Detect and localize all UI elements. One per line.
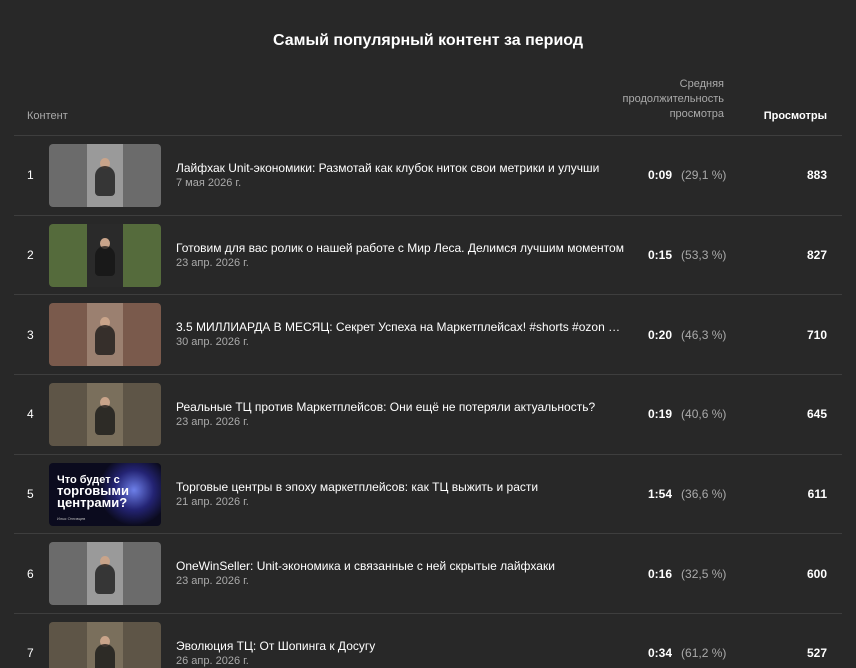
- thumbnail-frame: [87, 542, 123, 606]
- table-row[interactable]: 4 Реальные ТЦ против Маркетплейсов: Они …: [14, 375, 842, 455]
- avg-view-duration: 1:54 (36,6 %): [648, 455, 726, 534]
- table-row[interactable]: 2 Готовим для вас ролик о нашей работе с…: [14, 216, 842, 296]
- duration-percent: (36,6 %): [681, 487, 727, 502]
- content-table: 1 Лайфхак Unit-экономики: Размотай как к…: [14, 136, 842, 668]
- duration-percent: (53,3 %): [681, 248, 727, 263]
- thumbnail-figure: [95, 644, 115, 668]
- row-rank: 3: [27, 327, 34, 342]
- duration-percent: (61,2 %): [681, 646, 727, 661]
- view-count: 527: [806, 646, 827, 661]
- thumbnail-figure: [95, 564, 115, 595]
- column-header-views[interactable]: Просмотры: [764, 110, 827, 122]
- video-title-link[interactable]: Лайфхак Unit-экономики: Размотай как клу…: [176, 160, 626, 176]
- page-title: Самый популярный контент за период: [273, 32, 583, 49]
- video-date: 30 апр. 2026 г.: [176, 336, 249, 349]
- row-rank: 1: [27, 168, 34, 183]
- duration-time: 0:16: [648, 566, 673, 581]
- video-thumbnail[interactable]: [49, 622, 161, 668]
- video-thumbnail[interactable]: [49, 303, 161, 367]
- thumbnail-frame: [87, 303, 123, 367]
- video-date: 21 апр. 2026 г.: [176, 495, 249, 508]
- view-count: 611: [807, 487, 827, 502]
- video-date: 7 мая 2026 г.: [176, 177, 242, 189]
- table-row[interactable]: 1 Лайфхак Unit-экономики: Размотай как к…: [14, 136, 842, 216]
- avg-view-duration: 0:16 (32,5 %): [648, 534, 726, 613]
- video-title-link[interactable]: OneWinSeller: Unit-экономика и связанные…: [176, 558, 626, 574]
- table-row[interactable]: 6 OneWinSeller: Unit-экономика и связанн…: [14, 534, 842, 615]
- video-title-link[interactable]: Реальные ТЦ против Маркетплейсов: Они ещ…: [176, 399, 626, 415]
- avg-view-duration: 0:15 (53,3 %): [648, 216, 726, 295]
- thumbnail-frame: [87, 144, 123, 207]
- duration-percent: (40,6 %): [681, 407, 727, 422]
- thumbnail-figure: [95, 325, 115, 356]
- video-info: Готовим для вас ролик о нашей работе с М…: [176, 240, 626, 269]
- video-info: Лайфхак Unit-экономики: Размотай как клу…: [176, 160, 626, 189]
- view-count: 883: [806, 168, 827, 183]
- video-thumbnail[interactable]: [49, 383, 161, 447]
- view-count: 645: [806, 407, 827, 422]
- table-header: Контент Средняя продолжительность просмо…: [14, 76, 842, 136]
- row-rank: 4: [27, 407, 34, 422]
- thumbnail-frame: [87, 622, 123, 668]
- video-date: 23 апр. 2026 г.: [176, 256, 249, 269]
- duration-time: 0:20: [648, 327, 673, 342]
- table-row[interactable]: 5 Что будет с торговыми центрами? Илья О…: [14, 455, 842, 535]
- video-title-link[interactable]: Готовим для вас ролик о нашей работе с М…: [176, 240, 626, 256]
- table-row[interactable]: 3 3.5 МИЛЛИАРДА В МЕСЯЦ: Секрет Успеха н…: [14, 295, 842, 376]
- duration-time: 0:19: [648, 407, 673, 422]
- duration-percent: (29,1 %): [681, 168, 727, 183]
- video-info: OneWinSeller: Unit-экономика и связанные…: [176, 558, 626, 587]
- video-thumbnail[interactable]: [49, 542, 161, 606]
- video-title-link[interactable]: Эволюция ТЦ: От Шопинга к Досугу: [176, 638, 626, 654]
- view-count: 600: [806, 566, 827, 581]
- video-info: 3.5 МИЛЛИАРДА В МЕСЯЦ: Секрет Успеха на …: [176, 319, 626, 348]
- column-header-avg-duration[interactable]: Средняя продолжительность просмотра: [584, 77, 724, 122]
- row-rank: 5: [27, 487, 34, 502]
- thumbnail-figure: [95, 166, 115, 196]
- duration-time: 0:09: [648, 168, 673, 183]
- duration-percent: (32,5 %): [681, 566, 727, 581]
- thumbnail-text: Что будет с торговыми центрами?: [57, 473, 129, 510]
- table-row[interactable]: 7 Эволюция ТЦ: От Шопинга к Досугу 26 ап…: [14, 614, 842, 668]
- video-thumbnail[interactable]: [49, 223, 161, 287]
- avg-view-duration: 0:19 (40,6 %): [648, 375, 726, 454]
- row-rank: 6: [27, 566, 34, 581]
- video-info: Эволюция ТЦ: От Шопинга к Досугу 26 апр.…: [176, 638, 626, 667]
- view-count: 710: [806, 327, 827, 342]
- row-rank: 7: [27, 646, 34, 661]
- avg-view-duration: 0:20 (46,3 %): [648, 295, 726, 374]
- duration-time: 0:34: [648, 646, 673, 661]
- video-info: Реальные ТЦ против Маркетплейсов: Они ещ…: [176, 399, 626, 428]
- avg-view-duration: 0:34 (61,2 %): [648, 614, 726, 668]
- video-thumbnail[interactable]: Что будет с торговыми центрами? Илья Огн…: [49, 462, 161, 526]
- video-title-link[interactable]: Торговые центры в эпоху маркетплейсов: к…: [176, 479, 626, 495]
- thumbnail-frame: [87, 383, 123, 447]
- view-count: 827: [806, 248, 827, 263]
- video-title-link[interactable]: 3.5 МИЛЛИАРДА В МЕСЯЦ: Секрет Успеха на …: [176, 319, 626, 335]
- thumbnail-figure: [95, 405, 115, 436]
- duration-time: 1:54: [648, 487, 673, 502]
- video-info: Торговые центры в эпоху маркетплейсов: к…: [176, 479, 626, 508]
- analytics-page: Самый популярный контент за период Конте…: [0, 0, 856, 668]
- video-date: 26 апр. 2026 г.: [176, 655, 249, 668]
- column-header-content: Контент: [27, 110, 68, 122]
- avg-view-duration: 0:09 (29,1 %): [648, 136, 726, 215]
- row-rank: 2: [27, 248, 34, 263]
- thumbnail-figure: [95, 245, 115, 276]
- video-date: 23 апр. 2026 г.: [176, 416, 249, 429]
- video-date: 23 апр. 2026 г.: [176, 575, 249, 588]
- thumbnail-frame: [87, 223, 123, 287]
- video-thumbnail[interactable]: [49, 144, 161, 207]
- duration-percent: (46,3 %): [681, 327, 727, 342]
- duration-time: 0:15: [648, 248, 673, 263]
